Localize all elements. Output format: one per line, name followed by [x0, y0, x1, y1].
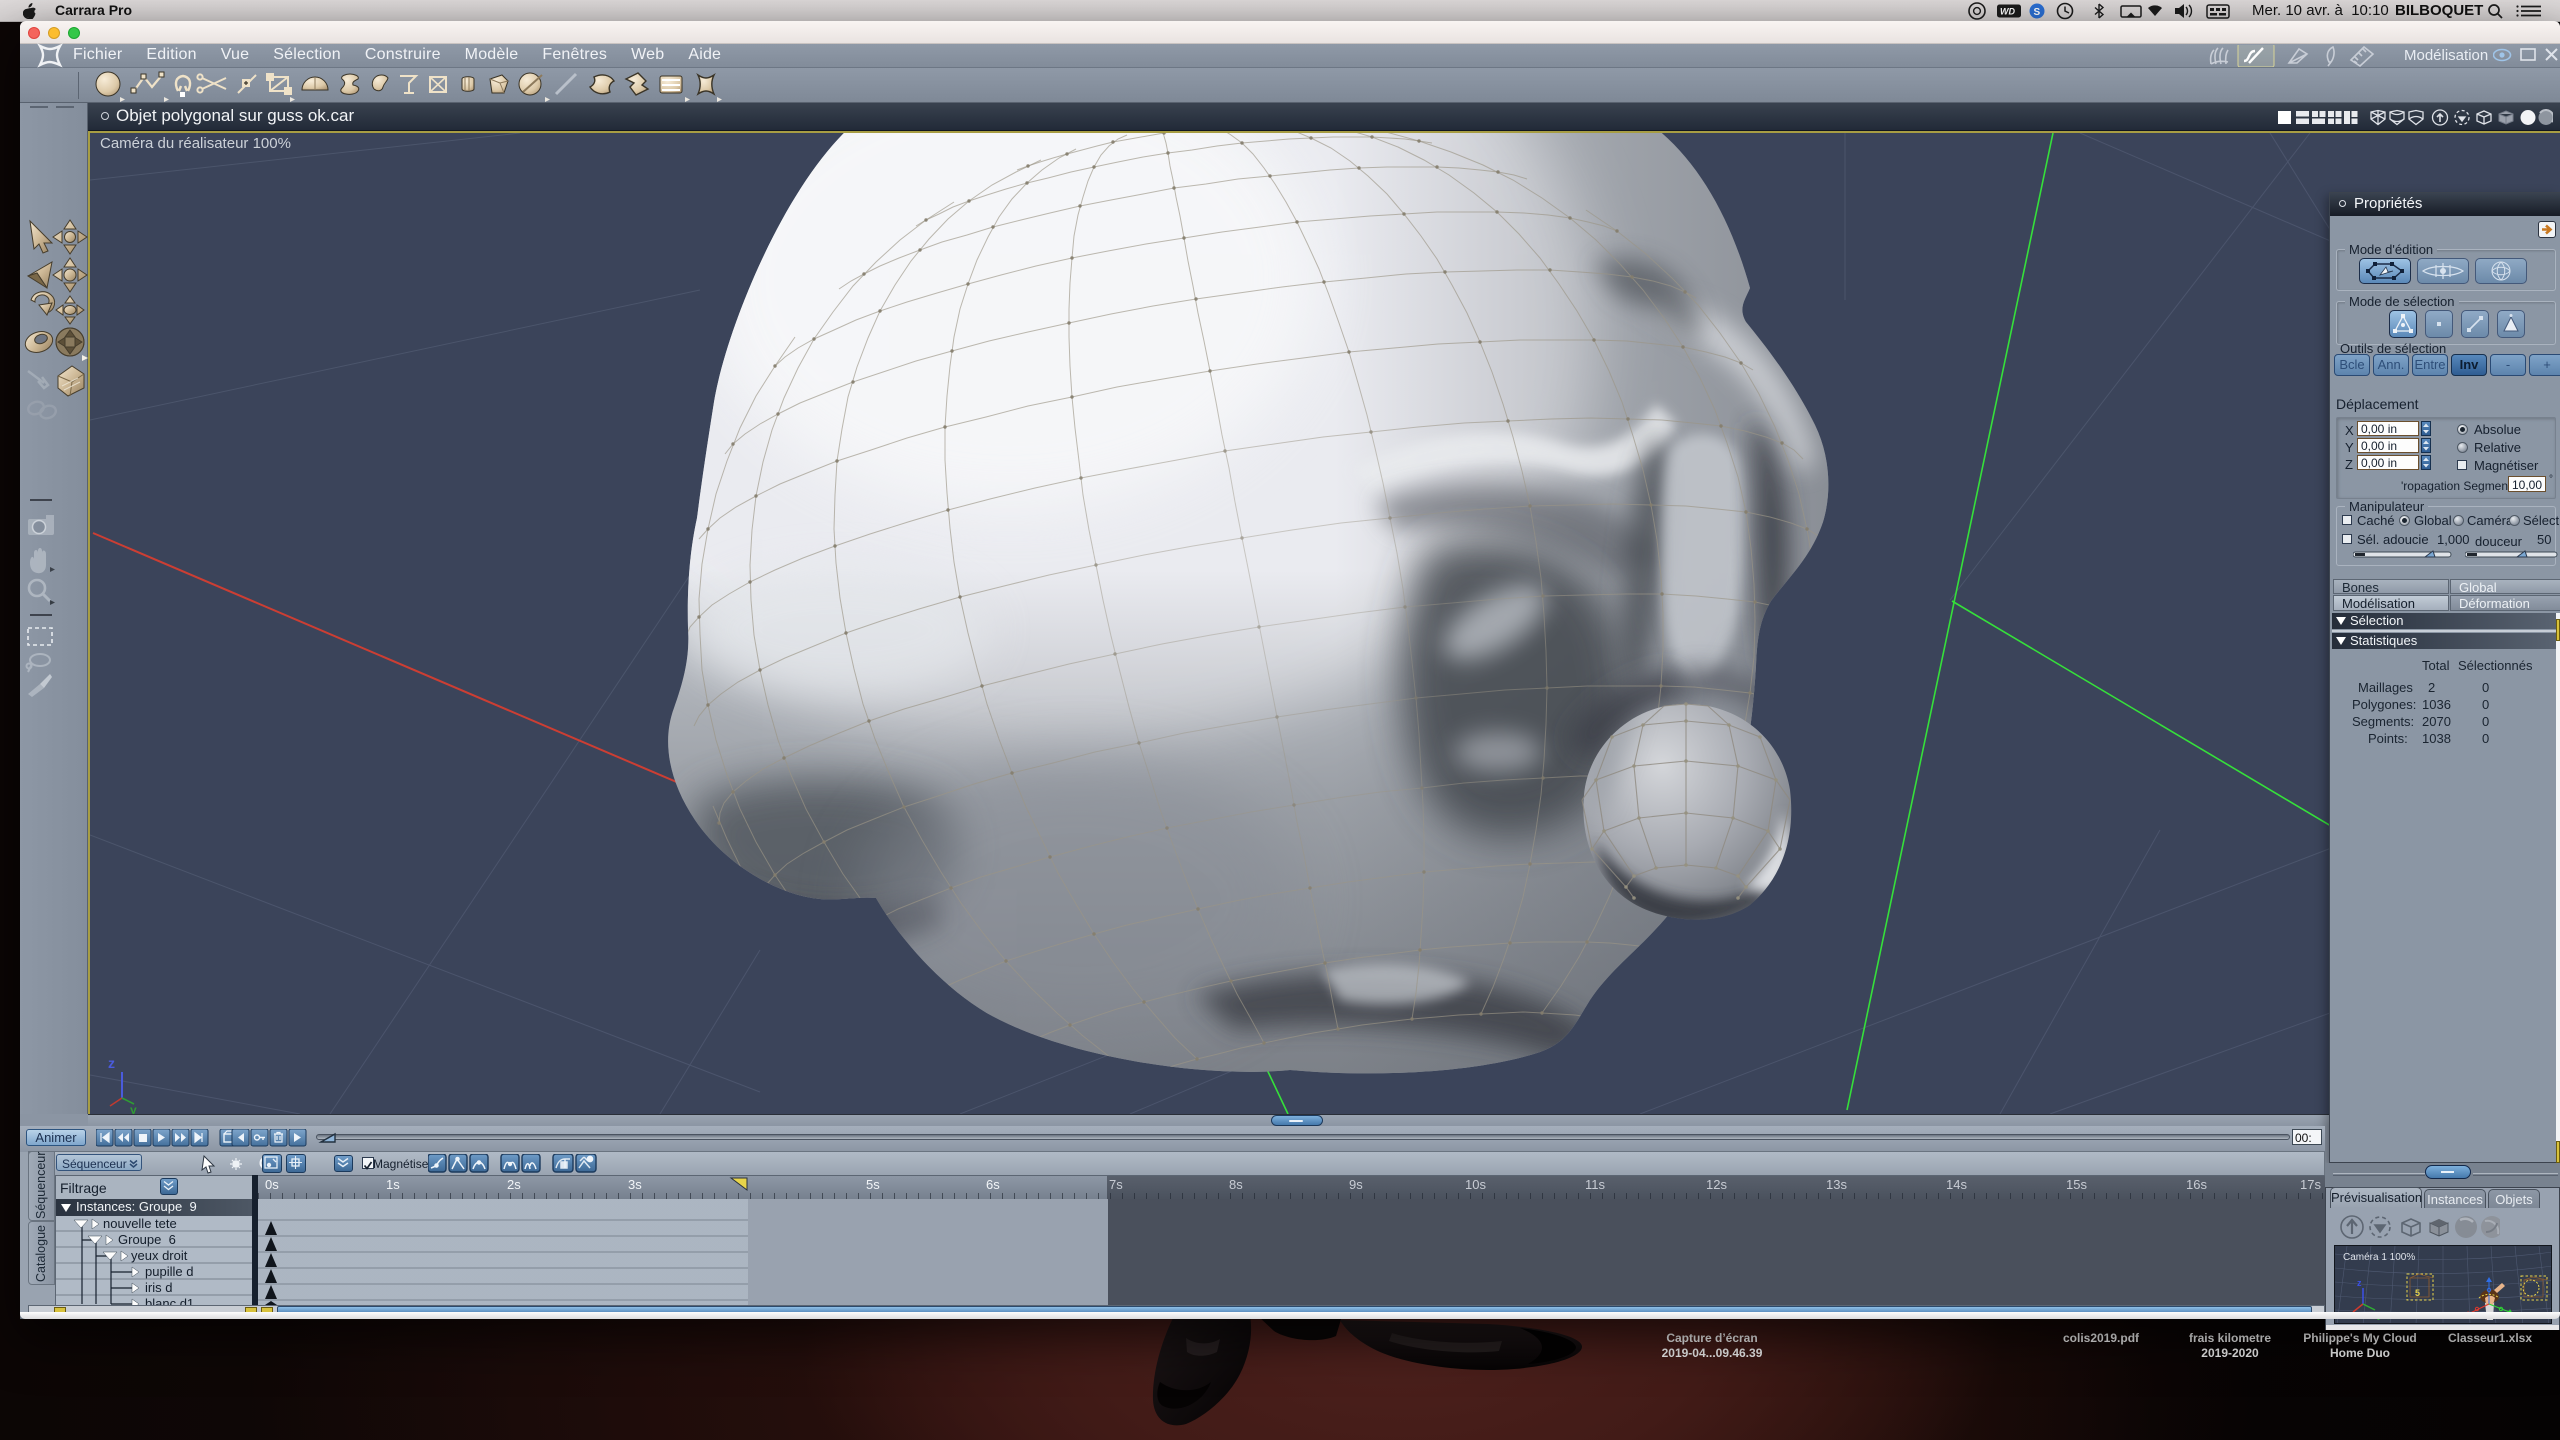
svg-text:16s: 16s — [2186, 1177, 2207, 1192]
svg-text:14s: 14s — [1946, 1177, 1967, 1192]
svg-text:yeux droit: yeux droit — [131, 1248, 188, 1263]
svg-text:0s: 0s — [265, 1177, 279, 1192]
svg-text:2s: 2s — [507, 1177, 521, 1192]
svg-text:15s: 15s — [2066, 1177, 2087, 1192]
svg-text:6s: 6s — [986, 1177, 1000, 1192]
svg-text:1s: 1s — [386, 1177, 400, 1192]
svg-text:z: z — [108, 1055, 115, 1071]
svg-text:13s: 13s — [1826, 1177, 1847, 1192]
svg-text:pupille d: pupille d — [145, 1264, 193, 1279]
svg-text:8s: 8s — [1229, 1177, 1243, 1192]
svg-text:WD: WD — [2000, 7, 2015, 17]
svg-text:y: y — [130, 1103, 137, 1114]
svg-text:Groupe 6: Groupe 6 — [118, 1232, 176, 1247]
svg-text:9s: 9s — [1349, 1177, 1363, 1192]
svg-text:3s: 3s — [628, 1177, 642, 1192]
svg-text:5: 5 — [2415, 1288, 2420, 1298]
svg-text:Caméra 1 100%: Caméra 1 100% — [2343, 1252, 2415, 1263]
svg-text:12s: 12s — [1706, 1177, 1727, 1192]
svg-text:Caméra du réalisateur 100%: Caméra du réalisateur 100% — [100, 135, 291, 152]
svg-text:nouvelle tete: nouvelle tete — [103, 1216, 177, 1231]
svg-text:7s: 7s — [1109, 1177, 1123, 1192]
svg-text:11s: 11s — [1585, 1177, 1605, 1192]
svg-text:S: S — [2034, 7, 2041, 18]
svg-text:17s: 17s — [2300, 1177, 2321, 1192]
svg-text:iris d: iris d — [145, 1280, 172, 1295]
svg-text:5s: 5s — [866, 1177, 880, 1192]
svg-text:z: z — [2357, 1278, 2362, 1288]
svg-text:10s: 10s — [1465, 1177, 1486, 1192]
